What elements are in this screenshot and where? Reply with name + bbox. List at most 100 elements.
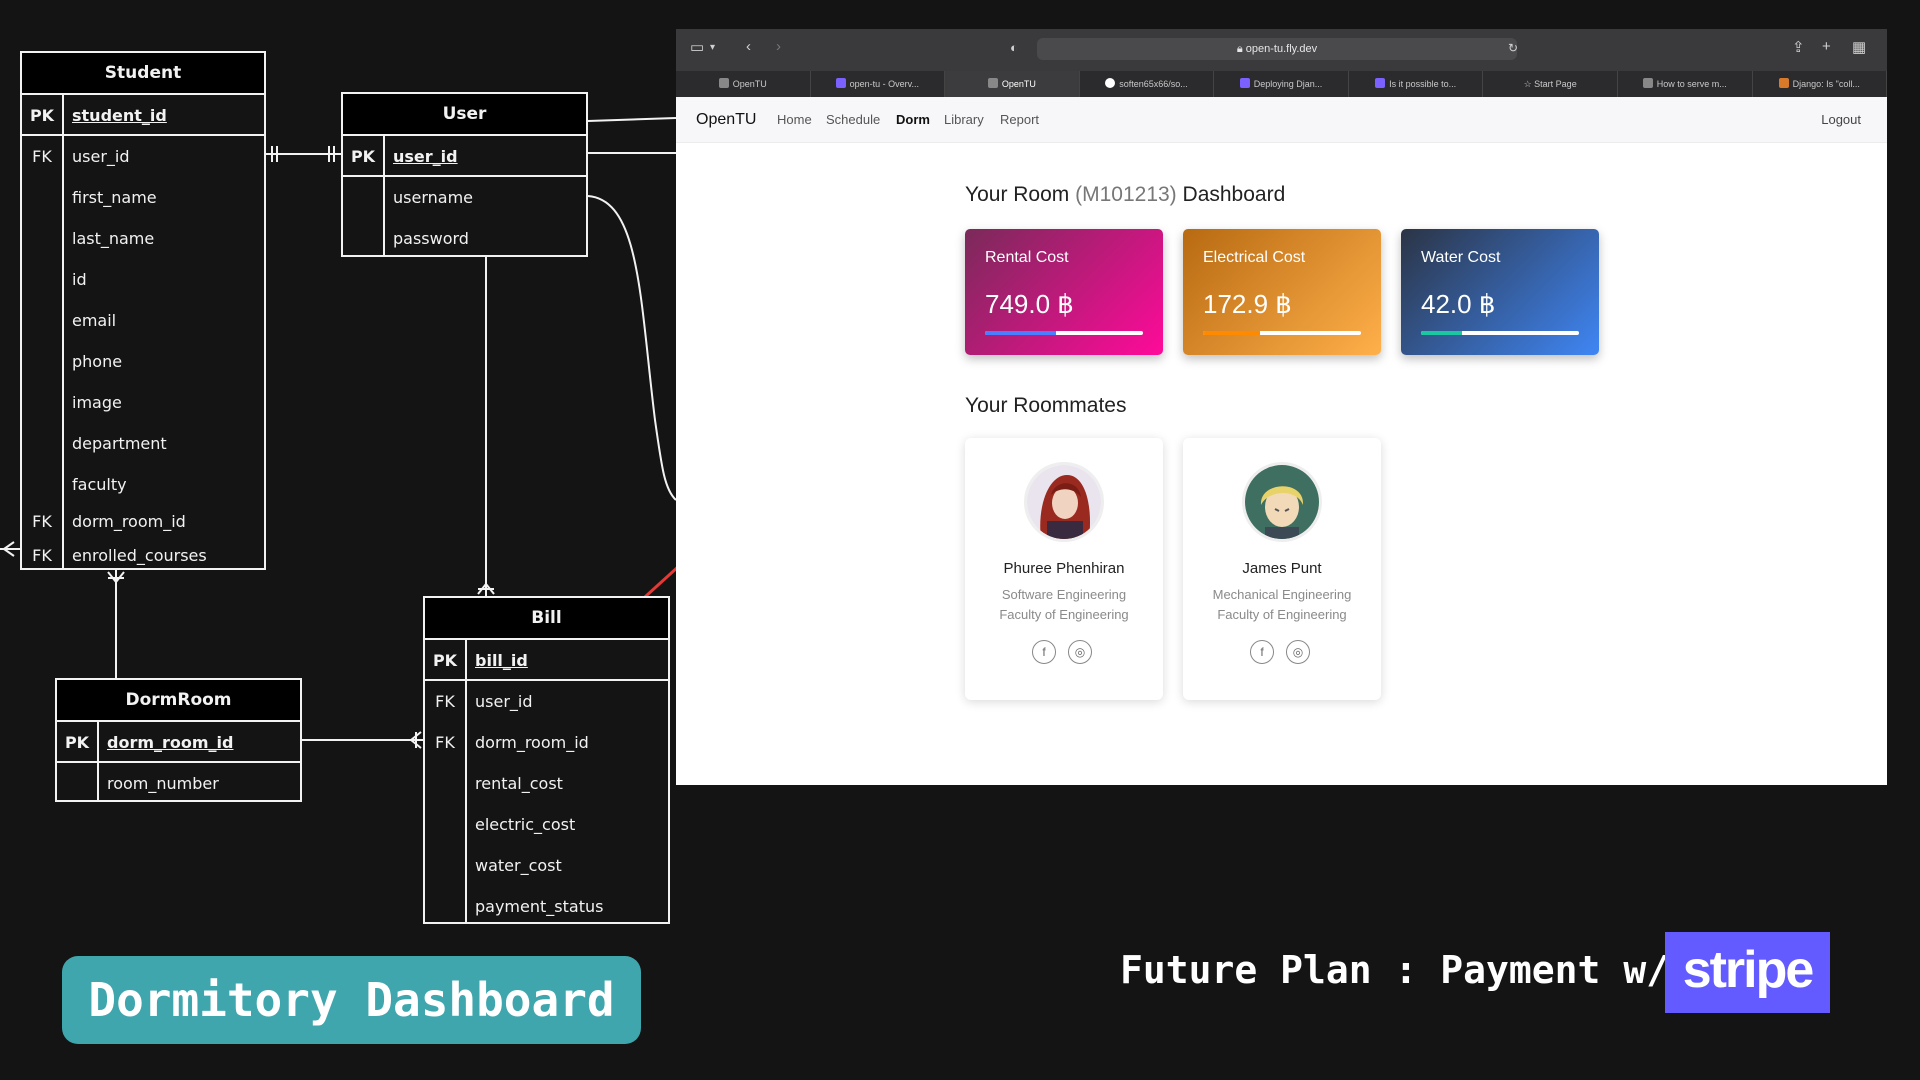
er-row: phone bbox=[22, 341, 264, 382]
title-prefix: Your Room bbox=[965, 183, 1076, 206]
forward-icon[interactable]: › bbox=[776, 38, 781, 55]
er-row: FK dorm_room_id bbox=[22, 505, 264, 539]
title-suffix: Dashboard bbox=[1176, 183, 1286, 206]
favicon-icon bbox=[1239, 78, 1250, 88]
er-key bbox=[343, 218, 383, 259]
instagram-icon[interactable]: ◎ bbox=[1068, 640, 1092, 664]
browser-tab[interactable]: How to serve m... bbox=[1618, 71, 1753, 97]
instagram-icon[interactable]: ◎ bbox=[1286, 640, 1310, 664]
roommate-major: Software Engineering bbox=[1001, 587, 1127, 602]
er-row: email bbox=[22, 300, 264, 341]
er-key bbox=[22, 177, 62, 218]
browser-tab[interactable]: Django: Is "coll... bbox=[1753, 71, 1887, 97]
er-pk-row: PK student_id bbox=[22, 95, 264, 136]
avatar bbox=[1024, 462, 1104, 542]
roommates-title: Your Roommates bbox=[965, 394, 1127, 417]
er-key: FK bbox=[435, 733, 455, 752]
tab-label: Is it possible to... bbox=[1389, 79, 1457, 89]
tab-overview-icon[interactable]: ▦ bbox=[1852, 38, 1866, 56]
nav-library[interactable]: Library bbox=[944, 112, 984, 127]
progress-bar bbox=[985, 331, 1143, 335]
progress-bar bbox=[1203, 331, 1361, 335]
er-table-user: User PK user_id username password bbox=[341, 92, 588, 257]
slide: Student PK student_id FK user_id first_na… bbox=[0, 0, 1920, 1080]
browser-tab[interactable]: Is it possible to... bbox=[1349, 71, 1484, 97]
browser-tab[interactable]: ☆ Start Page bbox=[1483, 71, 1618, 97]
er-row: electric_cost bbox=[425, 804, 668, 845]
browser-window: ▭ ▾ ‹ › ◐ 🔒︎ open-tu.fly.dev ↻ ⇪ + ▦ Ope… bbox=[676, 29, 1887, 785]
browser-tab[interactable]: Deploying Djan... bbox=[1214, 71, 1349, 97]
lock-icon: 🔒︎ bbox=[1236, 43, 1243, 55]
roommate-faculty: Faculty of Engineering bbox=[999, 607, 1129, 622]
er-field: faculty bbox=[72, 475, 127, 494]
sidebar-toggle-icon[interactable]: ▭ bbox=[690, 38, 704, 56]
browser-tab[interactable]: soften65x66/so... bbox=[1080, 71, 1215, 97]
logout-link[interactable]: Logout bbox=[1821, 112, 1861, 127]
browser-toolbar: ▭ ▾ ‹ › ◐ 🔒︎ open-tu.fly.dev ↻ ⇪ + ▦ bbox=[676, 29, 1887, 71]
er-field: dorm_room_id bbox=[72, 512, 186, 531]
nav-schedule[interactable]: Schedule bbox=[826, 112, 880, 127]
browser-tab[interactable]: OpenTU bbox=[676, 71, 811, 97]
er-row: faculty bbox=[22, 464, 264, 505]
dashboard-content: Your Room (M101213) Dashboard Rental Cos… bbox=[676, 143, 1887, 785]
cost-card-water: Water Cost 42.0 ฿ bbox=[1401, 229, 1599, 355]
er-key bbox=[425, 886, 465, 927]
er-row: room_number bbox=[57, 763, 300, 804]
chevron-down-icon[interactable]: ▾ bbox=[710, 42, 715, 53]
progress-fill bbox=[985, 331, 1057, 335]
section-badge: Dormitory Dashboard bbox=[62, 956, 641, 1044]
er-pk-row: PK bill_id bbox=[425, 640, 668, 681]
favicon-icon bbox=[1375, 78, 1386, 88]
facebook-icon[interactable]: f bbox=[1032, 640, 1056, 664]
er-table-dormroom: DormRoom PK dorm_room_id room_number bbox=[55, 678, 302, 802]
er-row: FK user_id bbox=[22, 136, 264, 177]
er-key bbox=[22, 259, 62, 300]
er-key bbox=[22, 382, 62, 423]
roommate-name: James Punt bbox=[1242, 560, 1322, 577]
er-row: department bbox=[22, 423, 264, 464]
er-key: PK bbox=[350, 147, 376, 166]
card-value: 749.0 ฿ bbox=[985, 289, 1074, 319]
back-icon[interactable]: ‹ bbox=[746, 38, 751, 55]
cost-card-rental: Rental Cost 749.0 ฿ bbox=[965, 229, 1163, 355]
browser-tab-active[interactable]: OpenTU bbox=[945, 71, 1080, 97]
er-field: email bbox=[72, 311, 117, 330]
nav-home[interactable]: Home bbox=[777, 112, 812, 127]
er-row: FK enrolled_courses bbox=[22, 539, 264, 573]
favicon-icon bbox=[718, 78, 729, 88]
tab-label: Start Page bbox=[1534, 79, 1577, 89]
er-key: FK bbox=[32, 147, 52, 166]
cost-card-electrical: Electrical Cost 172.9 ฿ bbox=[1183, 229, 1381, 355]
shield-icon[interactable]: ◐ bbox=[1010, 40, 1018, 55]
er-field: room_number bbox=[107, 774, 219, 793]
address-bar[interactable]: 🔒︎ open-tu.fly.dev bbox=[1037, 38, 1517, 60]
share-icon[interactable]: ⇪ bbox=[1792, 38, 1805, 56]
er-key bbox=[425, 804, 465, 845]
nav-report[interactable]: Report bbox=[1000, 112, 1039, 127]
er-field: rental_cost bbox=[475, 774, 563, 793]
site-brand[interactable]: OpenTU bbox=[696, 111, 756, 129]
facebook-icon[interactable]: f bbox=[1250, 640, 1274, 664]
er-key bbox=[22, 300, 62, 341]
roommate-card: Phuree Phenhiran Software Engineering Fa… bbox=[965, 438, 1163, 700]
progress-fill bbox=[1203, 331, 1260, 335]
url-text: open-tu.fly.dev bbox=[1245, 43, 1318, 55]
roommate-faculty: Faculty of Engineering bbox=[1217, 607, 1347, 622]
new-tab-icon[interactable]: + bbox=[1822, 38, 1831, 55]
roommate-card: James Punt Mechanical Engineering Facult… bbox=[1183, 438, 1381, 700]
er-field: dorm_room_id bbox=[107, 733, 234, 752]
er-pk-row: PK dorm_room_id bbox=[57, 722, 300, 763]
er-key: PK bbox=[29, 106, 55, 125]
browser-tab[interactable]: open-tu - Overv... bbox=[811, 71, 946, 97]
room-number: (M101213) bbox=[1075, 183, 1177, 206]
er-field: user_id bbox=[393, 147, 458, 166]
er-field: first_name bbox=[72, 188, 157, 207]
card-value: 42.0 ฿ bbox=[1421, 289, 1496, 319]
nav-dorm[interactable]: Dorm bbox=[896, 112, 930, 127]
er-field: water_cost bbox=[475, 856, 562, 875]
reload-icon[interactable]: ↻ bbox=[1508, 41, 1518, 55]
tab-label: Django: Is "coll... bbox=[1792, 79, 1860, 89]
er-key bbox=[425, 763, 465, 804]
er-field: user_id bbox=[72, 147, 130, 166]
er-row: FK dorm_room_id bbox=[425, 722, 668, 763]
